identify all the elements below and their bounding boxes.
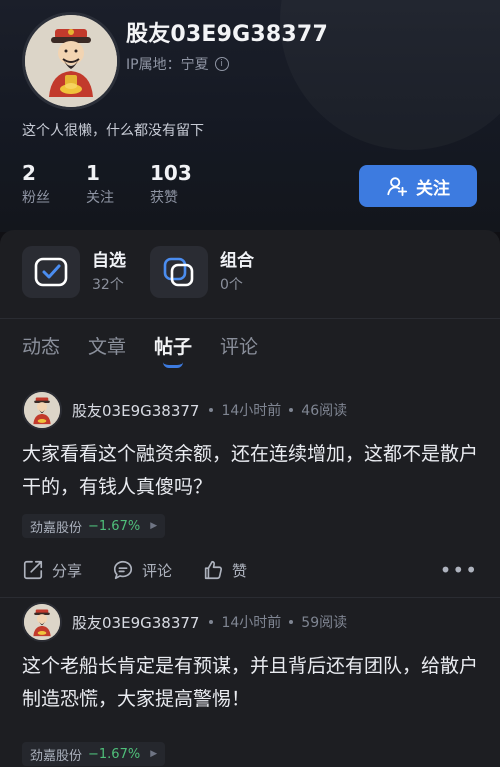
share-label: 分享: [52, 561, 83, 580]
quick-link-title: 组合: [220, 251, 254, 271]
stock-name: 劲嘉股份: [30, 520, 83, 536]
tab-label: 帖子: [154, 336, 193, 358]
quick-link-title: 自选: [92, 251, 126, 271]
post-reads: 46阅读: [301, 403, 348, 419]
profile-stats: 2 粉丝 1 关注 103 获赞: [22, 162, 192, 206]
tab-comments[interactable]: 评论: [220, 332, 258, 369]
stat-value: 1: [86, 161, 100, 185]
comment-icon: [113, 560, 133, 580]
caret-right-icon: ▶: [150, 749, 158, 759]
portfolio-icon: [163, 257, 194, 287]
profile-tabs: 动态 文章 帖子 评论: [22, 332, 258, 369]
active-tab-indicator: [163, 362, 184, 368]
separator-dot: [289, 408, 294, 412]
avatar-caishen-icon: [24, 604, 60, 640]
more-icon[interactable]: •••: [440, 558, 478, 582]
stat-label: 粉丝: [22, 190, 50, 206]
separator-dot: [289, 620, 294, 624]
post-header: 股友03E9G38377 14小时前 46阅读: [22, 390, 347, 430]
tab-articles[interactable]: 文章: [88, 332, 126, 369]
add-user-icon: [387, 177, 408, 197]
post-reads: 59阅读: [301, 615, 348, 631]
follow-button[interactable]: 关注: [359, 165, 477, 207]
post-body[interactable]: 这个老船长肯定是有预谋，并且背后还有团队，给散户制造恐慌，大家提高警惕！: [22, 650, 482, 716]
info-icon[interactable]: i: [214, 57, 229, 71]
post-header: 股友03E9G38377 14小时前 59阅读: [22, 602, 347, 642]
stat-value: 103: [150, 161, 192, 185]
post-item[interactable]: 股友03E9G38377 14小时前 59阅读 这个老船长肯定是有预谋，并且背后…: [0, 602, 500, 767]
tab-label: 动态: [22, 336, 61, 358]
tab-activity[interactable]: 动态: [22, 332, 60, 369]
avatar-caishen-icon: [25, 15, 117, 107]
like-button[interactable]: 赞: [202, 559, 247, 581]
tab-posts[interactable]: 帖子: [154, 332, 192, 369]
post-meta: 14小时前 46阅读: [209, 400, 347, 420]
share-icon: [23, 560, 43, 580]
profile-bio: 这个人很懒，什么都没有留下: [22, 123, 204, 139]
post-meta: 14小时前 59阅读: [209, 612, 347, 632]
stat-label: 获赞: [150, 190, 178, 206]
checkbox-icon: [34, 257, 68, 287]
stock-tag[interactable]: 劲嘉股份 −1.67% ▶: [22, 514, 166, 538]
tab-label: 文章: [88, 336, 127, 358]
post-divider: [0, 597, 500, 598]
separator-dot: [209, 620, 214, 624]
quick-links: 自选 32个 组合 0个: [22, 246, 264, 298]
quick-link-watchlist[interactable]: 自选 32个: [22, 246, 136, 298]
quick-link-portfolio[interactable]: 组合 0个: [150, 246, 264, 298]
post-actions: 分享 评论 赞 •••: [22, 556, 478, 584]
stock-change: −1.67%: [88, 518, 141, 534]
watchlist-icon-box: [22, 246, 80, 298]
stock-change: −1.67%: [88, 746, 141, 762]
avatar[interactable]: [22, 390, 62, 430]
post-author[interactable]: 股友03E9G38377: [72, 612, 199, 633]
quick-link-count: 32个: [92, 277, 124, 293]
post-time: 14小时前: [221, 615, 282, 631]
avatar-caishen-icon: [24, 392, 60, 428]
post-item[interactable]: 股友03E9G38377 14小时前 46阅读 大家看看这个融资余额，还在连续增…: [0, 390, 500, 600]
portfolio-icon-box: [150, 246, 208, 298]
stock-tag[interactable]: 劲嘉股份 −1.67% ▶: [22, 742, 166, 766]
thumbs-up-icon: [204, 560, 223, 580]
tab-label: 评论: [220, 336, 259, 358]
ip-location: IP属地：宁夏 i: [126, 54, 229, 74]
quick-link-count: 0个: [220, 277, 243, 293]
like-label: 赞: [232, 561, 248, 580]
profile-username: 股友03E9G38377: [126, 22, 328, 47]
share-button[interactable]: 分享: [22, 559, 82, 581]
comment-label: 评论: [142, 561, 173, 580]
stat-label: 关注: [86, 190, 114, 206]
avatar[interactable]: [22, 602, 62, 642]
follow-button-label: 关注: [416, 178, 450, 199]
stat-value: 2: [22, 161, 36, 185]
avatar[interactable]: [22, 12, 120, 110]
stat-following[interactable]: 1 关注: [86, 162, 114, 206]
comment-button[interactable]: 评论: [112, 559, 172, 581]
ip-location-label: IP属地：宁夏: [126, 57, 209, 73]
profile-header: 股友03E9G38377 IP属地：宁夏 i 这个人很懒，什么都没有留下 2 粉…: [0, 0, 500, 232]
stock-name: 劲嘉股份: [30, 748, 83, 764]
post-body[interactable]: 大家看看这个融资余额，还在连续增加，这都不是散户干的，有钱人真傻吗？: [22, 438, 482, 504]
stat-likes: 103 获赞: [150, 162, 192, 206]
divider: [0, 318, 500, 319]
content-panel: 自选 32个 组合 0个 动态 文章 帖子 评论 股友03E9G38377 14…: [0, 230, 500, 767]
post-time: 14小时前: [221, 403, 282, 419]
separator-dot: [209, 408, 214, 412]
caret-right-icon: ▶: [150, 521, 158, 531]
post-author[interactable]: 股友03E9G38377: [72, 400, 199, 421]
stat-fans[interactable]: 2 粉丝: [22, 162, 50, 206]
